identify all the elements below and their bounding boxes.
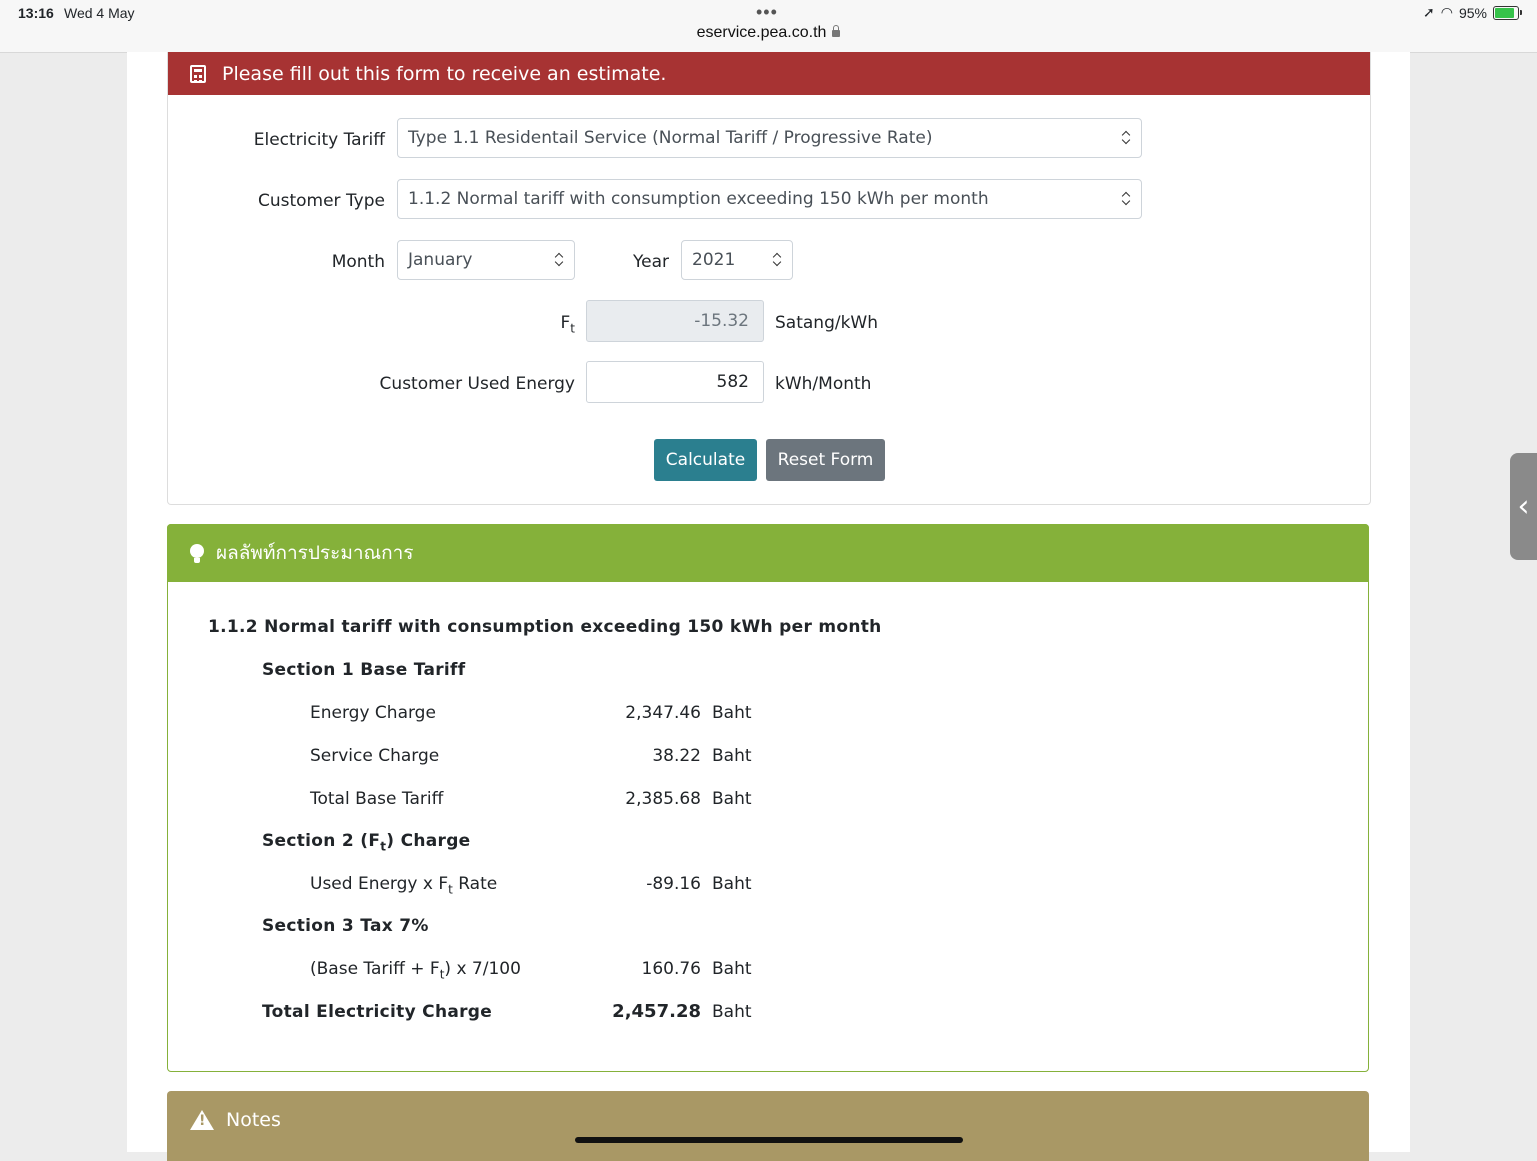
result-title: 1.1.2 Normal tariff with consumption exc… — [208, 617, 882, 637]
tariff-label: Electricity Tariff — [253, 130, 385, 150]
ft-unit: Satang/kWh — [775, 313, 879, 333]
customer-type-label: Customer Type — [257, 191, 385, 211]
result-card: ผลลัพท์การประมาณการ 1.1.2 Normal tariff … — [167, 524, 1369, 1072]
ft-label: Ft — [560, 313, 576, 336]
used-energy-ft-value: -89.16 — [646, 874, 701, 894]
year-select-value: 2021 — [692, 250, 736, 270]
energy-charge-value: 2,347.46 — [625, 703, 701, 723]
baht-unit: Baht — [712, 746, 752, 766]
used-energy-ft-label: Used Energy x Ft Rate — [310, 874, 498, 897]
battery-icon — [1493, 5, 1522, 20]
clock: 13:16 — [18, 5, 54, 21]
year-label: Year — [633, 252, 669, 272]
section1-heading: Section 1 Base Tariff — [262, 660, 466, 680]
browser-status-bar: 13:16 Wed 4 May ••• eservice.pea.co.th ➚… — [0, 0, 1537, 53]
lightbulb-icon — [190, 544, 204, 563]
month-select[interactable]: January — [397, 240, 575, 280]
tax-value: 160.76 — [641, 959, 701, 979]
estimate-form-card: Please fill out this form to receive an … — [167, 52, 1371, 505]
form-header: Please fill out this form to receive an … — [168, 52, 1370, 95]
energy-input[interactable]: 582 — [586, 361, 764, 403]
customer-type-select[interactable]: 1.1.2 Normal tariff with consumption exc… — [397, 179, 1142, 219]
month-select-value: January — [408, 250, 473, 270]
warning-icon — [190, 1110, 214, 1130]
chevron-updown-icon — [772, 252, 782, 268]
baht-unit: Baht — [712, 959, 752, 979]
system-indicators: ➚ ◠ 95% — [1423, 4, 1522, 21]
chevron-updown-icon — [1121, 191, 1131, 207]
chevron-updown-icon — [1121, 130, 1131, 146]
multitasking-dots-icon[interactable]: ••• — [756, 2, 778, 23]
tariff-select[interactable]: Type 1.1 Residentail Service (Normal Tar… — [397, 118, 1142, 158]
ft-input: -15.32 — [586, 300, 764, 342]
baht-unit: Baht — [712, 1002, 752, 1022]
home-indicator[interactable] — [575, 1137, 963, 1143]
baht-unit: Baht — [712, 874, 752, 894]
total-base-label: Total Base Tariff — [310, 789, 444, 809]
page-content: Please fill out this form to receive an … — [127, 52, 1410, 1161]
service-charge-label: Service Charge — [310, 746, 440, 766]
tax-label: (Base Tariff + Ft) x 7/100 — [310, 959, 521, 982]
baht-unit: Baht — [712, 789, 752, 809]
total-charge-label: Total Electricity Charge — [262, 1002, 493, 1022]
wifi-icon: ◠ — [1440, 4, 1453, 20]
energy-input-value: 582 — [716, 372, 749, 392]
chevron-updown-icon — [554, 252, 564, 268]
date: Wed 4 May — [64, 5, 135, 21]
month-label: Month — [331, 252, 385, 272]
result-header: ผลลัพท์การประมาณการ — [167, 524, 1369, 582]
section3-heading: Section 3 Tax 7% — [262, 916, 429, 936]
address-bar[interactable]: eservice.pea.co.th — [0, 24, 1537, 42]
section2-heading: Section 2 (Ft) Charge — [262, 831, 471, 854]
energy-unit: kWh/Month — [775, 374, 872, 394]
result-header-text: ผลลัพท์การประมาณการ — [216, 542, 414, 564]
battery-percent: 95% — [1458, 4, 1487, 21]
form-header-text: Please fill out this form to receive an … — [222, 62, 667, 85]
notes-title: Notes — [226, 1109, 281, 1131]
service-charge-value: 38.22 — [652, 746, 701, 766]
side-panel-toggle[interactable]: ‹ — [1510, 453, 1537, 560]
chevron-left-icon: ‹ — [1517, 489, 1530, 524]
calculate-button[interactable]: Calculate — [654, 439, 757, 481]
reset-form-button[interactable]: Reset Form — [766, 439, 885, 481]
energy-label: Customer Used Energy — [379, 374, 575, 394]
ft-input-value: -15.32 — [694, 311, 749, 331]
url-text: eservice.pea.co.th — [696, 24, 827, 41]
tariff-select-value: Type 1.1 Residentail Service (Normal Tar… — [408, 128, 933, 148]
year-select[interactable]: 2021 — [681, 240, 793, 280]
lock-icon — [832, 25, 841, 37]
calculator-icon — [190, 64, 206, 83]
customer-type-select-value: 1.1.2 Normal tariff with consumption exc… — [408, 189, 989, 209]
location-icon: ➚ — [1423, 4, 1435, 20]
notes-card: Notes — [167, 1091, 1369, 1161]
energy-charge-label: Energy Charge — [310, 703, 436, 723]
total-base-value: 2,385.68 — [625, 789, 701, 809]
baht-unit: Baht — [712, 703, 752, 723]
total-charge-value: 2,457.28 — [612, 1001, 701, 1022]
